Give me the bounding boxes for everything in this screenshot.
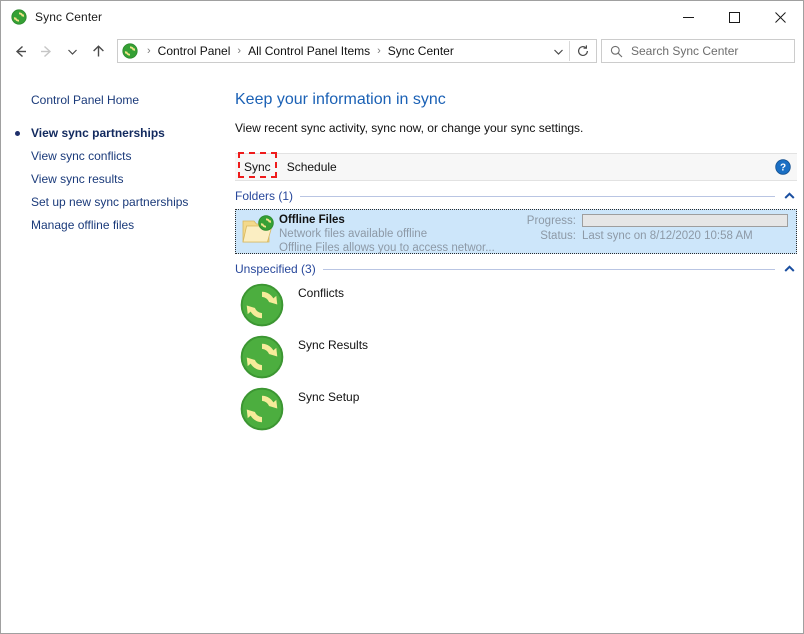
- sync-icon: [122, 43, 138, 59]
- page-subtitle: View recent sync activity, sync now, or …: [235, 121, 584, 135]
- schedule-button[interactable]: Schedule: [280, 157, 344, 177]
- unspecified-items-list: Conflicts Sync Results Sync Setup: [235, 281, 803, 437]
- group-rule: [300, 195, 775, 197]
- sidebar-item-control-panel-home[interactable]: Control Panel Home: [1, 89, 205, 112]
- group-title-folders: Folders (1): [235, 189, 294, 203]
- command-toolbar: Sync Schedule ?: [235, 152, 797, 181]
- minimize-icon: [682, 16, 694, 18]
- page-title: Keep your information in sync: [235, 91, 446, 108]
- sync-partnership-row-offline-files[interactable]: Offline Files Network files available of…: [235, 209, 797, 254]
- partnership-description: Network files available offline: [279, 228, 428, 240]
- sidebar: Control Panel Home View sync partnership…: [1, 69, 205, 633]
- sync-icon: [240, 283, 284, 327]
- sync-button[interactable]: Sync: [237, 157, 278, 177]
- progress-bar: [582, 214, 788, 227]
- sidebar-item-view-sync-results[interactable]: View sync results: [1, 168, 205, 191]
- breadcrumb-item-sync-center[interactable]: Sync Center: [386, 44, 456, 58]
- folder-sync-icon: [242, 215, 274, 243]
- sync-center-window: Sync Center › Control Panel › All Contro…: [0, 0, 804, 634]
- search-input[interactable]: [631, 44, 794, 58]
- search-icon: [610, 45, 623, 57]
- breadcrumb-separator: ›: [237, 44, 242, 57]
- breadcrumb-item-control-panel[interactable]: Control Panel: [156, 44, 233, 58]
- content-area: Control Panel Home View sync partnership…: [1, 69, 803, 633]
- sync-icon: [240, 387, 284, 431]
- group-header-unspecified[interactable]: Unspecified (3): [235, 261, 797, 277]
- sidebar-item-manage-offline-files[interactable]: Manage offline files: [1, 214, 205, 237]
- breadcrumb-separator: ›: [377, 44, 381, 57]
- chevron-up-icon[interactable]: [781, 188, 797, 204]
- sync-icon: [240, 335, 284, 379]
- partnership-name: Offline Files: [279, 214, 345, 226]
- progress-row: Progress:: [522, 214, 788, 227]
- window-controls: [665, 1, 803, 33]
- forward-arrow-icon: [40, 45, 51, 57]
- svg-text:?: ?: [780, 163, 786, 174]
- close-icon: [774, 11, 786, 23]
- title-bar: Sync Center: [1, 1, 803, 33]
- list-item-conflicts[interactable]: Conflicts: [235, 281, 803, 333]
- list-item-label: Sync Setup: [298, 390, 360, 404]
- status-value: Last sync on 8/12/2020 10:58 AM: [582, 230, 753, 242]
- breadcrumb-separator: ›: [147, 44, 151, 57]
- breadcrumb-item-all-control-panel-items[interactable]: All Control Panel Items: [246, 44, 372, 58]
- sync-partnership-meta: Progress: Status: Last sync on 8/12/2020…: [522, 214, 788, 242]
- status-row: Status: Last sync on 8/12/2020 10:58 AM: [522, 230, 788, 242]
- close-button[interactable]: [757, 1, 803, 33]
- refresh-button[interactable]: [570, 40, 596, 62]
- group-title-unspecified: Unspecified (3): [235, 262, 316, 276]
- chevron-up-icon[interactable]: [781, 261, 797, 277]
- progress-label: Progress:: [526, 214, 576, 227]
- help-icon[interactable]: ?: [775, 159, 791, 175]
- group-rule: [322, 268, 775, 270]
- address-bar[interactable]: › Control Panel › All Control Panel Item…: [117, 39, 597, 63]
- minimize-button[interactable]: [665, 1, 711, 33]
- sidebar-item-view-sync-conflicts[interactable]: View sync conflicts: [1, 145, 205, 168]
- status-label: Status:: [540, 230, 576, 242]
- list-item-label: Sync Results: [298, 338, 369, 352]
- group-header-folders[interactable]: Folders (1): [235, 188, 797, 204]
- sidebar-item-set-up-new-sync-partnerships[interactable]: Set up new sync partnerships: [1, 191, 205, 214]
- maximize-button[interactable]: [711, 1, 757, 33]
- refresh-icon: [578, 45, 588, 56]
- back-button[interactable]: [7, 38, 33, 64]
- recent-locations-button[interactable]: [59, 38, 85, 64]
- up-button[interactable]: [85, 38, 111, 64]
- search-box[interactable]: [601, 39, 795, 63]
- chevron-down-icon: [67, 49, 77, 55]
- back-arrow-icon: [15, 45, 26, 57]
- up-arrow-icon: [92, 44, 104, 56]
- partnership-detail: Offline Files allows you to access netwo…: [279, 242, 495, 254]
- sync-partnership-text: Offline Files Network files available of…: [279, 213, 495, 255]
- forward-button[interactable]: [33, 38, 59, 64]
- window-title: Sync Center: [35, 10, 103, 24]
- sidebar-item-view-sync-partnerships[interactable]: View sync partnerships: [1, 122, 205, 145]
- sync-icon: [11, 9, 27, 25]
- navigation-bar: › Control Panel › All Control Panel Item…: [1, 33, 803, 69]
- list-item-sync-results[interactable]: Sync Results: [235, 333, 803, 385]
- list-item-sync-setup[interactable]: Sync Setup: [235, 385, 803, 437]
- main-panel: Keep your information in sync View recen…: [205, 69, 803, 633]
- chevron-down-icon: [553, 49, 563, 55]
- maximize-icon: [728, 11, 740, 23]
- breadcrumb-dropdown-button[interactable]: [547, 40, 569, 62]
- list-item-label: Conflicts: [298, 286, 345, 300]
